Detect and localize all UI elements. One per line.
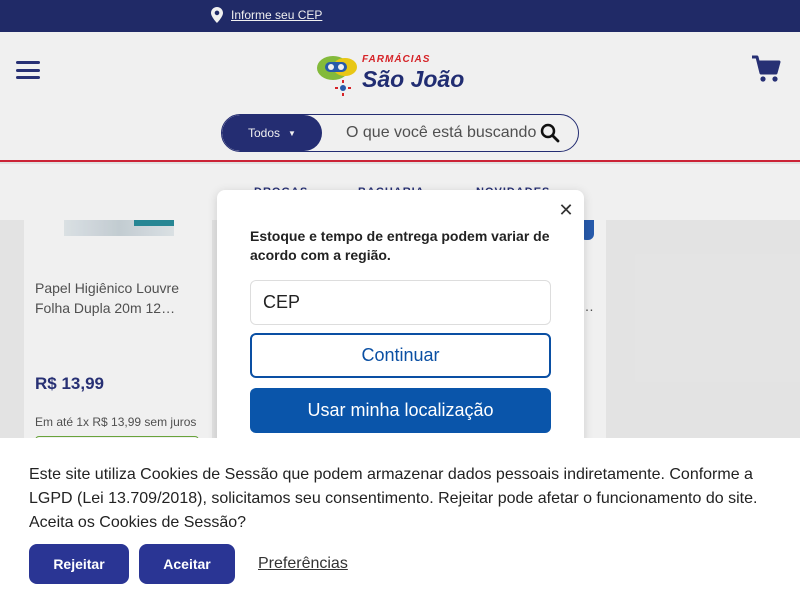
cookie-preferences-link[interactable]: Preferências (258, 555, 348, 573)
cookie-message: Este site utiliza Cookies de Sessão que … (29, 466, 758, 531)
continue-button[interactable]: Continuar (250, 333, 551, 378)
modal-message: Estoque e tempo de entrega podem variar … (250, 228, 550, 263)
close-icon[interactable]: ✕ (558, 201, 574, 219)
reject-cookies-button[interactable]: Rejeitar (29, 544, 129, 584)
cep-input[interactable] (250, 280, 551, 325)
use-location-button[interactable]: Usar minha localização (250, 388, 551, 433)
cookie-banner: Este site utiliza Cookies de Sessão que … (0, 438, 800, 600)
accept-cookies-button[interactable]: Aceitar (139, 544, 235, 584)
cep-modal: ✕ Estoque e tempo de entrega podem varia… (217, 190, 584, 450)
